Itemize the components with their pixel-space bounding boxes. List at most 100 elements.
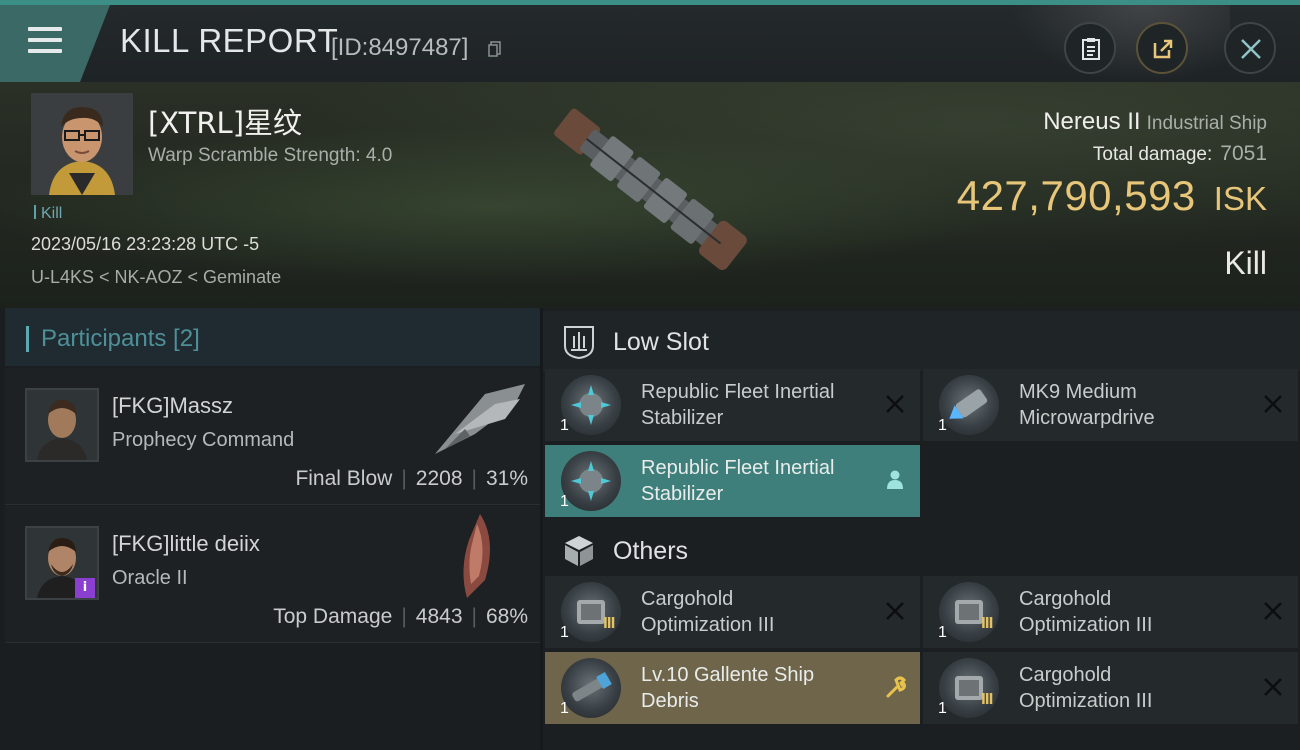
module-item[interactable]: 1 MK9 Medium Microwarpdrive <box>923 369 1298 441</box>
header-accent <box>26 326 29 352</box>
avatar <box>31 93 133 195</box>
others-header: Others <box>543 520 1300 580</box>
total-damage: Total damage: 7051 <box>1093 142 1267 166</box>
others-label: Others <box>613 537 689 565</box>
isk-amount: 427,790,593 <box>956 172 1196 219</box>
menu-icon <box>28 27 62 55</box>
participant-row[interactable]: i [FKG]little deiix Oracle II Top Damage… <box>5 506 540 643</box>
participant-role: Top Damage <box>273 605 393 628</box>
warp-scramble-strength: Warp Scramble Strength: 4.0 <box>148 145 393 166</box>
module-name: Lv.10 Gallente Ship Debris <box>641 664 815 712</box>
ship-class: Industrial Ship <box>1146 113 1267 134</box>
module-name: Cargohold Optimization III <box>1019 588 1153 636</box>
victim-name[interactable]: [XTRL]星纹 <box>148 100 302 142</box>
module-quantity: 1 <box>938 700 947 717</box>
isk-unit: ISK <box>1213 180 1267 217</box>
module-item[interactable]: 1 Republic Fleet Inertial Stabilizer <box>545 445 920 517</box>
module-item[interactable]: 1 Republic Fleet Inertial Stabilizer <box>545 369 920 441</box>
clipboard-icon <box>1082 38 1100 60</box>
participant-stats: Final Blow | 2208 | 31% <box>295 467 528 490</box>
participant-row[interactable]: [FKG]Massz Prophecy Command Final Blow | 2… <box>5 368 540 505</box>
participants-title: Participants [2] <box>41 325 200 352</box>
ship-name: Nereus II <box>1043 108 1141 135</box>
module-quantity: 1 <box>560 624 569 641</box>
background-decoration <box>1010 5 1230 83</box>
destroyed-icon <box>886 602 904 620</box>
wrench-icon <box>886 676 907 698</box>
module-quantity: 1 <box>938 417 947 434</box>
destroyed-icon <box>1264 602 1282 620</box>
participant-ship-image <box>463 514 490 598</box>
module-quantity: 1 <box>560 700 569 717</box>
tier-icon: lll <box>981 692 993 708</box>
total-damage-value: 7051 <box>1220 142 1267 165</box>
kill-datetime: 2023/05/16 23:23:28 UTC -5 <box>31 234 260 254</box>
participant-name: [FKG]little deiix <box>112 531 260 556</box>
share-button[interactable] <box>1136 22 1188 74</box>
cargohold-icon <box>939 582 999 642</box>
corp-role-badge: i <box>75 578 95 598</box>
module-name: Cargohold Optimization III <box>641 588 775 636</box>
cube-icon <box>565 536 593 566</box>
destroyed-icon <box>886 395 904 413</box>
tier-icon: lll <box>603 616 615 632</box>
module-item[interactable]: lll 1 Cargohold Optimization III <box>545 576 920 648</box>
participant-role: Final Blow <box>295 467 393 490</box>
module-name: MK9 Medium Microwarpdrive <box>1019 381 1155 429</box>
fittings-panel: Low Slot 1 Republic Fleet Inertial Stabil… <box>543 308 1300 750</box>
page-title: KILL REPORT <box>120 22 339 59</box>
top-bar: KILL REPORT [ID:8497487] <box>0 0 1300 83</box>
close-icon <box>1241 39 1261 59</box>
victim-portrait[interactable] <box>31 93 133 195</box>
participant-ship: Oracle II <box>112 567 188 589</box>
close-button[interactable] <box>1224 22 1276 74</box>
destroyed-icon <box>1264 395 1282 413</box>
kill-tag: Kill <box>34 205 62 223</box>
module-item[interactable]: lll 1 Cargohold Optimization III <box>923 652 1298 724</box>
victim-ship[interactable]: Nereus II Industrial Ship <box>1043 108 1267 136</box>
report-id: [ID:8497487] <box>331 34 469 61</box>
microwarpdrive-icon <box>939 375 999 435</box>
module-quantity: 1 <box>938 624 947 641</box>
copy-icon[interactable] <box>488 41 501 57</box>
low-slot-icon <box>564 326 594 360</box>
ship-debris-icon <box>561 658 621 718</box>
module-name: Republic Fleet Inertial Stabilizer <box>641 381 835 429</box>
participant-damage: 4843 <box>415 605 463 628</box>
participants-header[interactable]: Participants [2] <box>5 308 540 366</box>
isk-value: 427,790,593 ISK <box>957 172 1267 220</box>
module-item[interactable]: lll 1 Cargohold Optimization III <box>923 576 1298 648</box>
low-slot-label: Low Slot <box>613 328 709 356</box>
cargohold-icon <box>939 658 999 718</box>
inertial-stabilizer-icon <box>561 375 621 435</box>
total-damage-label: Total damage: <box>1092 144 1213 165</box>
module-item[interactable]: 1 Lv.10 Gallente Ship Debris <box>545 652 920 724</box>
cargohold-icon <box>561 582 621 642</box>
module-quantity: 1 <box>560 493 569 510</box>
participant-percent: 31% <box>485 467 528 490</box>
menu-button[interactable] <box>0 5 110 82</box>
kill-location[interactable]: U-L4KS < NK-AOZ < Geminate <box>31 267 281 288</box>
person-icon <box>887 470 903 489</box>
clipboard-button[interactable] <box>1064 22 1116 74</box>
participant-avatar: i <box>25 526 99 600</box>
participant-ship-image <box>435 384 525 454</box>
result-label: Kill <box>1224 245 1267 281</box>
tier-icon: lll <box>981 616 993 632</box>
inertial-stabilizer-icon <box>561 451 621 511</box>
participant-stats: Top Damage | 4843 | 68% <box>273 605 528 628</box>
module-quantity: 1 <box>560 417 569 434</box>
participant-ship: Prophecy Command <box>112 429 295 451</box>
participants-panel: Participants [2] [FKG]Massz Prophecy Com… <box>0 308 540 750</box>
share-icon <box>1153 39 1173 59</box>
participant-percent: 68% <box>485 605 528 628</box>
participant-name: [FKG]Massz <box>112 393 234 418</box>
destroyed-icon <box>1264 678 1282 696</box>
victim-ship-image[interactable] <box>528 92 778 297</box>
participant-damage: 2208 <box>415 467 463 490</box>
victim-summary: [XTRL]星纹 Warp Scramble Strength: 4.0 Kil… <box>0 82 1300 308</box>
module-name: Cargohold Optimization III <box>1019 664 1153 712</box>
module-name: Republic Fleet Inertial Stabilizer <box>641 457 835 505</box>
low-slot-header: Low Slot <box>543 311 1300 371</box>
participant-avatar <box>25 388 99 462</box>
